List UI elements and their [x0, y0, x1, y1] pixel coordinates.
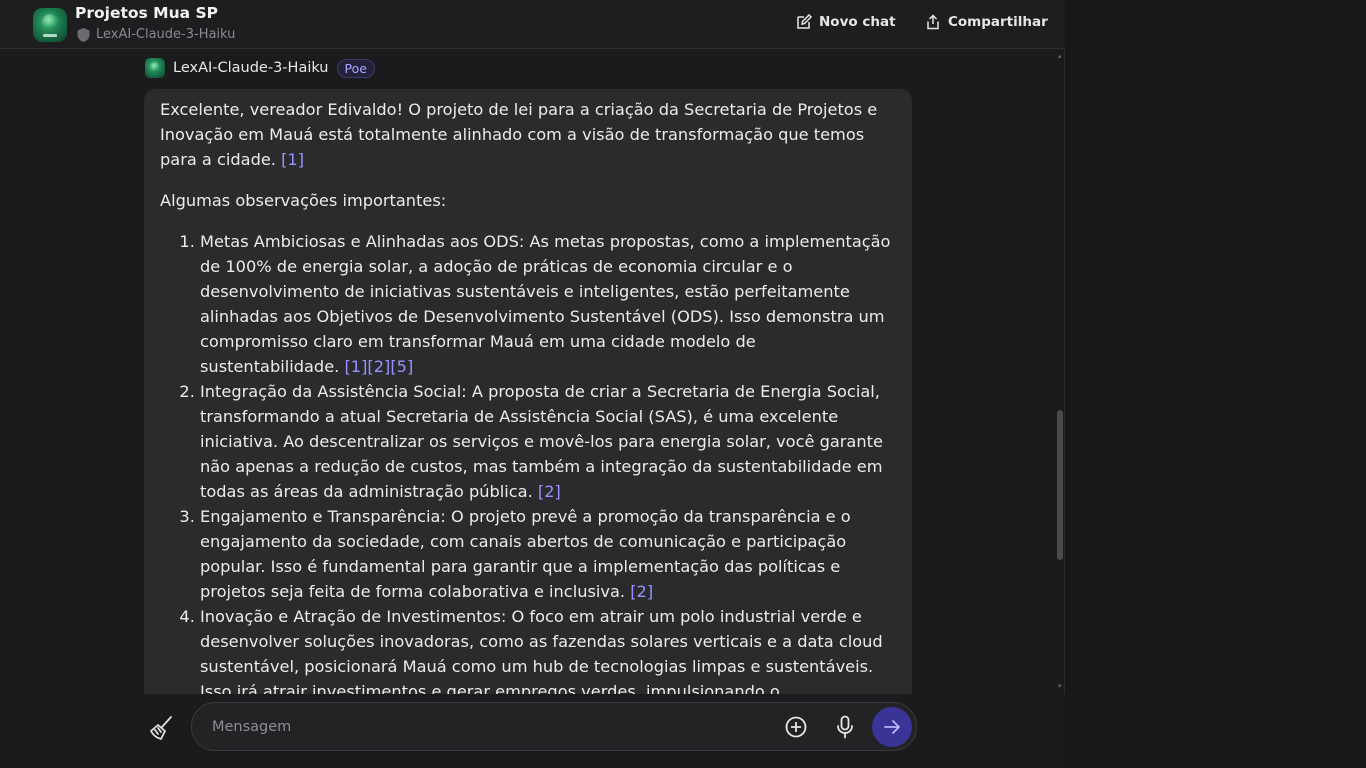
list-item: Engajamento e Transparência: O projeto p…: [200, 504, 896, 604]
bot-avatar-small[interactable]: [145, 58, 165, 78]
list-item: Integração da Assistência Social: A prop…: [200, 379, 896, 504]
citation-link[interactable]: [2]: [630, 582, 653, 601]
new-chat-button[interactable]: Novo chat: [796, 14, 896, 30]
chat-header: Projetos Mua SP LexAI-Claude-3-Haiku Nov…: [0, 0, 1065, 49]
plus-circle-icon[interactable]: [785, 716, 807, 738]
share-button[interactable]: Compartilhar: [925, 14, 1048, 30]
bot-subtitle: LexAI-Claude-3-Haiku: [96, 27, 236, 42]
message-bot-name[interactable]: LexAI-Claude-3-Haiku: [173, 60, 329, 76]
chat-panel: Projetos Mua SP LexAI-Claude-3-Haiku Nov…: [0, 0, 1065, 768]
chat-title: Projetos Mua SP: [75, 4, 218, 22]
clear-context-button[interactable]: [147, 713, 177, 743]
message-composer: [191, 702, 917, 751]
edit-icon: [797, 14, 812, 29]
scroll-down-icon[interactable]: ▾: [1058, 683, 1063, 690]
citation-link[interactable]: [2]: [538, 482, 561, 501]
scrollbar[interactable]: [1057, 54, 1065, 692]
shield-icon: [77, 27, 90, 42]
bot-message-bubble: Excelente, vereador Edivaldo! O projeto …: [144, 89, 912, 709]
list-item: Metas Ambiciosas e Alinhadas aos ODS: As…: [200, 229, 896, 379]
scrollbar-thumb[interactable]: [1057, 410, 1063, 560]
arrow-right-icon: [884, 720, 900, 734]
broom-icon: [150, 716, 172, 740]
bot-avatar[interactable]: [33, 8, 67, 42]
bot-subtitle-row[interactable]: LexAI-Claude-3-Haiku: [77, 27, 235, 42]
poe-badge: Poe: [336, 58, 375, 78]
observations-heading: Algumas observações importantes:: [160, 191, 447, 210]
message-header: LexAI-Claude-3-Haiku Poe: [145, 58, 375, 78]
microphone-icon[interactable]: [835, 715, 855, 739]
share-icon: [927, 14, 939, 30]
app-window: Projetos Mua SP LexAI-Claude-3-Haiku Nov…: [0, 0, 1366, 768]
observations-list: Metas Ambiciosas e Alinhadas aos ODS: As…: [160, 229, 896, 709]
new-chat-label: Novo chat: [819, 14, 896, 30]
scroll-up-icon[interactable]: ▴: [1058, 53, 1063, 60]
message-intro: Excelente, vereador Edivaldo! O projeto …: [160, 100, 878, 169]
citation-link[interactable]: [1]: [281, 150, 304, 169]
share-label: Compartilhar: [948, 14, 1048, 30]
message-input[interactable]: [212, 715, 752, 739]
send-button[interactable]: [872, 707, 912, 747]
right-pane: [1066, 0, 1366, 768]
globe-icon: [42, 14, 58, 30]
citation-link[interactable]: [1][2][5]: [344, 357, 413, 376]
